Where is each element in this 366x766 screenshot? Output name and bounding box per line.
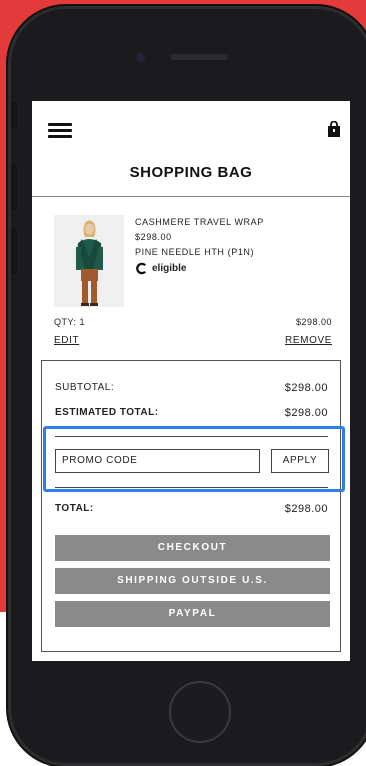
promo-highlight-frame: [43, 426, 345, 492]
divider: [32, 196, 350, 197]
page-title: SHOPPING BAG: [129, 164, 253, 181]
subtotal-row: SUBTOTAL: $298.00: [55, 382, 328, 394]
product-color: PINE NEEDLE HTH (P1N): [135, 247, 255, 257]
line-total: $298.00: [295, 317, 332, 327]
shipping-outside-us-button[interactable]: SHIPPING OUTSIDE U.S.: [55, 568, 330, 594]
paypal-button[interactable]: PAYPAL: [55, 601, 330, 627]
estimated-total-row: ESTIMATED TOTAL: $298.00: [55, 407, 328, 419]
hamburger-menu-icon[interactable]: [48, 123, 72, 138]
phone-screen: SHOPPING BAG CASHMERE TRAVEL WRAP $298.0…: [32, 101, 350, 661]
product-model-illustration: [54, 215, 124, 307]
estimated-total-value: $298.00: [284, 407, 328, 419]
product-name[interactable]: CASHMERE TRAVEL WRAP: [135, 217, 264, 227]
checkout-button[interactable]: CHECKOUT: [55, 535, 330, 561]
subtotal-value: $298.00: [284, 382, 328, 394]
home-button[interactable]: [169, 681, 231, 743]
phone-volume-up: [11, 164, 17, 210]
estimated-total-label: ESTIMATED TOTAL:: [55, 407, 159, 418]
total-value: $298.00: [284, 503, 328, 515]
earpiece-speaker: [170, 54, 228, 60]
shoprunner-s-icon: [136, 262, 147, 275]
subtotal-label: SUBTOTAL:: [55, 382, 115, 393]
phone-volume-down: [11, 228, 17, 274]
product-price: $298.00: [135, 232, 172, 242]
total-label: TOTAL:: [55, 503, 94, 514]
remove-link[interactable]: REMOVE: [285, 335, 332, 346]
product-image[interactable]: [54, 215, 124, 307]
quantity-label: QTY: 1: [54, 317, 86, 327]
front-camera: [136, 53, 145, 62]
eligible-label: eligible: [152, 263, 187, 274]
shopping-bag-icon[interactable]: [327, 121, 341, 137]
total-row: TOTAL: $298.00: [55, 503, 328, 515]
edit-link[interactable]: EDIT: [54, 335, 79, 346]
eligible-badge: eligible: [135, 262, 264, 275]
product-info: CASHMERE TRAVEL WRAP $298.00 PINE NEEDLE…: [135, 217, 264, 280]
phone-silent-switch: [11, 102, 17, 128]
